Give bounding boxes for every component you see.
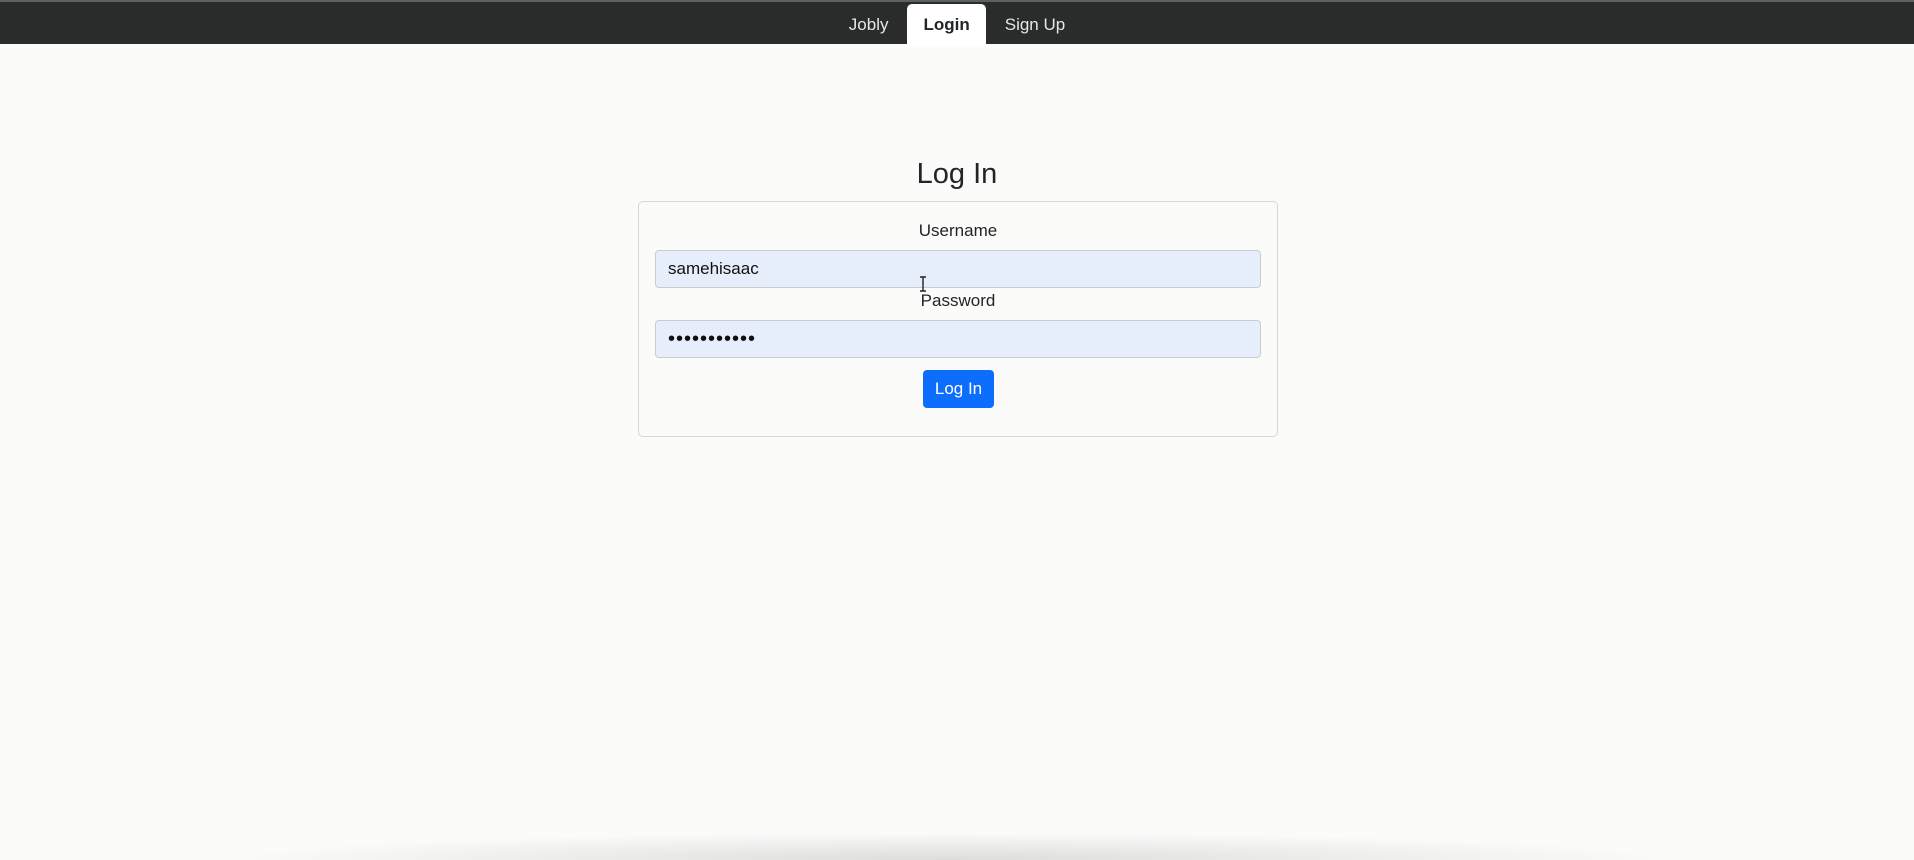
top-navbar: Jobly Login Sign Up [0,0,1914,46]
page-title: Log In [916,158,998,190]
nav-item-signup-label: Sign Up [1004,15,1066,34]
nav-brand-label: Jobly [848,15,889,34]
password-input[interactable] [655,320,1261,358]
password-label: Password [920,291,996,310]
nav-item-login[interactable]: Login [907,4,986,46]
login-form-card: Username Password Log In [638,201,1278,437]
nav-item-login-label: Login [923,15,970,34]
nav-brand-jobly[interactable]: Jobly [832,4,906,46]
nav-item-signup[interactable]: Sign Up [988,4,1082,46]
username-input[interactable] [655,250,1261,288]
login-submit-button[interactable]: Log In [923,370,994,408]
i-beam-cursor-icon [920,276,926,292]
nav-list: Jobly Login Sign Up [0,4,1914,46]
bottom-shadow [210,832,1690,860]
username-label: Username [918,221,998,240]
